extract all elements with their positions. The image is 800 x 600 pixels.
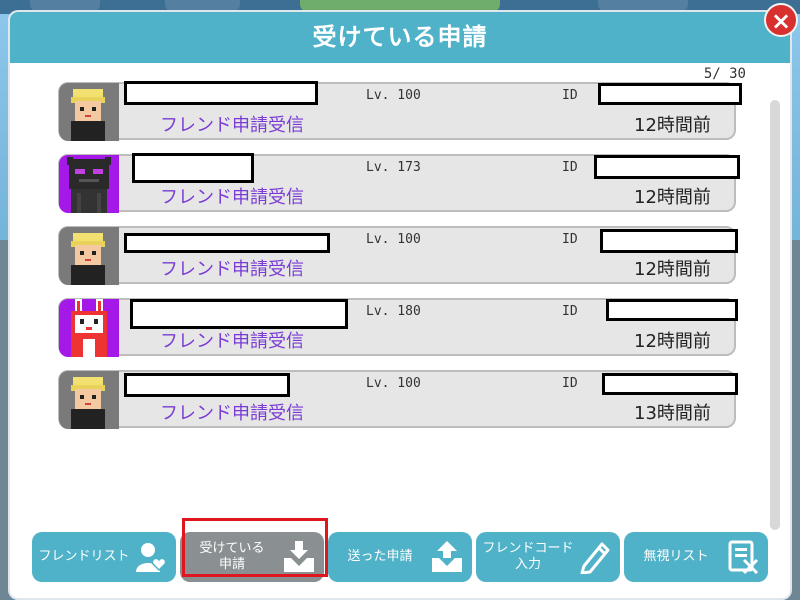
inbox-download-icon bbox=[284, 541, 314, 572]
tab-received-requests[interactable]: 受けている 申請 bbox=[180, 532, 324, 582]
redacted-username bbox=[132, 153, 254, 183]
request-row[interactable]: Lv. 100 ID フレンド申請受信 12時間前 bbox=[58, 81, 742, 141]
tab-friend-list[interactable]: フレンドリスト bbox=[32, 532, 176, 582]
request-counter: 5/ 30 bbox=[703, 66, 746, 82]
request-row[interactable]: Lv. 100 ID フレンド申請受信 12時間前 bbox=[58, 226, 738, 285]
tab-label: フレンドコード 入力 bbox=[482, 541, 574, 572]
background-hud-pill bbox=[598, 0, 688, 12]
request-row[interactable]: Lv. 173 ID フレンド申請受信 12時間前 bbox=[58, 153, 740, 213]
player-level: Lv. 100 bbox=[366, 88, 421, 103]
background-hud-pill bbox=[165, 0, 240, 12]
request-row[interactable]: Lv. 180 ID フレンド申請受信 12時間前 bbox=[58, 298, 738, 357]
request-status: フレンド申請受信 bbox=[160, 115, 304, 136]
request-status: フレンド申請受信 bbox=[160, 403, 304, 424]
tab-ignore-list[interactable]: 無視リスト bbox=[624, 532, 768, 582]
blond-boy-avatar bbox=[59, 371, 119, 429]
close-button[interactable]: × bbox=[764, 3, 798, 37]
player-level: Lv. 100 bbox=[366, 376, 421, 391]
request-time: 12時間前 bbox=[634, 187, 711, 208]
redacted-player-id bbox=[594, 155, 740, 179]
tab-friend-code-input[interactable]: フレンドコード 入力 bbox=[476, 532, 620, 582]
request-status: フレンド申請受信 bbox=[160, 331, 304, 352]
redacted-player-id bbox=[606, 299, 738, 321]
friend-heart-icon bbox=[136, 543, 167, 572]
request-status: フレンド申請受信 bbox=[160, 259, 304, 280]
friend-requests-dialog: 受けている申請 5/ 30 Lv. 100 ID フレンド申請受信 12時間前 … bbox=[10, 12, 790, 598]
request-row[interactable]: Lv. 100 ID フレンド申請受信 13時間前 bbox=[58, 370, 738, 429]
request-status: フレンド申請受信 bbox=[160, 187, 304, 208]
tab-label: フレンドリスト bbox=[38, 549, 130, 564]
dark-monster-avatar bbox=[59, 155, 119, 213]
player-level: Lv. 173 bbox=[366, 160, 421, 175]
blond-boy-avatar bbox=[59, 83, 119, 141]
player-id-label: ID bbox=[562, 232, 578, 247]
redacted-username bbox=[124, 233, 330, 253]
request-time: 12時間前 bbox=[634, 115, 711, 136]
tab-sent-requests[interactable]: 送った申請 bbox=[328, 532, 472, 582]
request-time: 12時間前 bbox=[634, 331, 711, 352]
redacted-player-id bbox=[602, 373, 738, 395]
redacted-username bbox=[124, 373, 290, 397]
player-level: Lv. 180 bbox=[366, 304, 421, 319]
request-time: 12時間前 bbox=[634, 259, 711, 280]
pencil-icon bbox=[580, 542, 610, 574]
scrollbar-thumb[interactable] bbox=[770, 100, 780, 530]
redacted-player-id bbox=[600, 229, 738, 253]
ignore-list-icon bbox=[728, 540, 759, 574]
dialog-title: 受けている申請 bbox=[10, 12, 790, 63]
red-rabbit-avatar bbox=[59, 299, 119, 357]
request-time: 13時間前 bbox=[634, 403, 711, 424]
player-id-label: ID bbox=[562, 160, 578, 175]
player-level: Lv. 100 bbox=[366, 232, 421, 247]
blond-boy-avatar bbox=[59, 227, 119, 285]
request-list: Lv. 100 ID フレンド申請受信 12時間前 Lv. 173 ID フレン… bbox=[58, 81, 742, 452]
background-hud-pill bbox=[300, 0, 500, 12]
tab-label: 受けている 申請 bbox=[199, 541, 265, 572]
friend-tabs: フレンドリスト 受けている 申請 送った申請 フレンドコード 入力 無視リスト bbox=[32, 528, 772, 588]
redacted-username bbox=[130, 299, 348, 329]
tab-label: 無視リスト bbox=[643, 549, 709, 564]
player-id-label: ID bbox=[562, 304, 578, 319]
background-hud-pill bbox=[30, 0, 100, 12]
tab-label: 送った申請 bbox=[347, 549, 413, 564]
outbox-upload-icon bbox=[432, 541, 462, 572]
redacted-username bbox=[124, 81, 318, 105]
redacted-player-id bbox=[598, 83, 742, 105]
list-scrollbar[interactable] bbox=[770, 100, 780, 530]
player-id-label: ID bbox=[562, 88, 578, 103]
player-id-label: ID bbox=[562, 376, 578, 391]
